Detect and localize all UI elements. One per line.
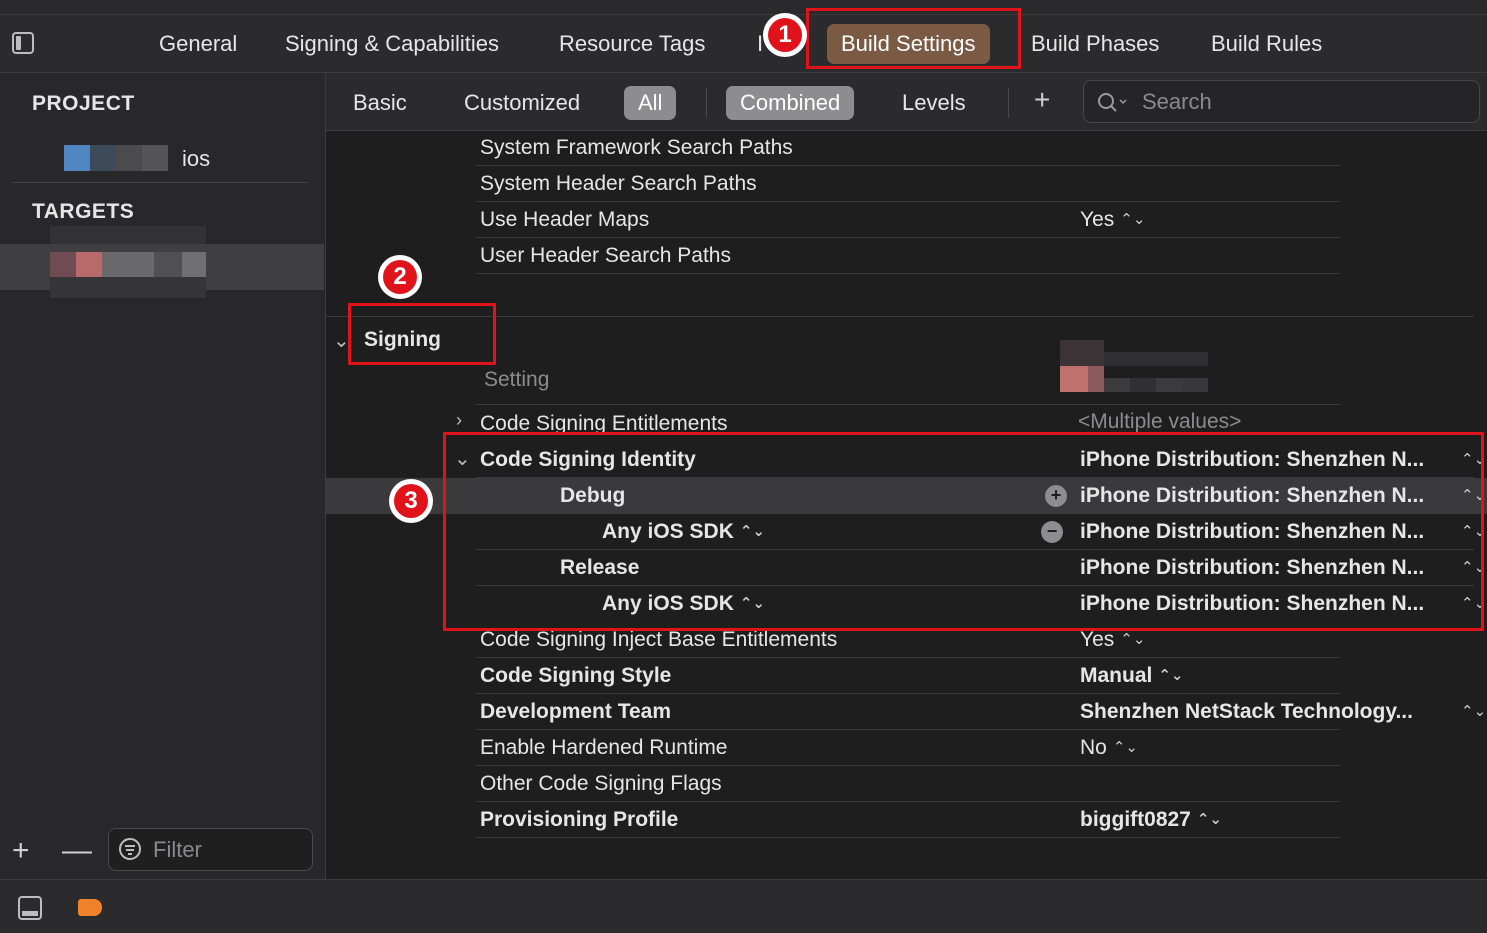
annotation-badge-2: 2 (378, 255, 422, 299)
annotation-box-build-settings (806, 8, 1021, 69)
setting-provisioning-profile[interactable]: Provisioning Profile (480, 808, 678, 832)
add-target-button[interactable]: + (12, 834, 30, 868)
stepper-icon: ⌃⌄ (1120, 631, 1146, 648)
view-combined-button[interactable]: Combined (726, 86, 855, 120)
tab-build-phases[interactable]: Build Phases (1031, 15, 1159, 72)
value-code-signing-entitlements[interactable]: <Multiple values> (1078, 410, 1241, 434)
value-code-signing-style[interactable]: Manual ⌃⌄ (1080, 664, 1183, 688)
project-item-label: ios (182, 146, 211, 171)
project-section-header: PROJECT (32, 92, 135, 115)
stepper-icon: ⌃⌄ (1158, 667, 1184, 684)
editor-tab-bar: General Signing & Capabilities Resource … (0, 15, 1487, 73)
add-setting-button[interactable]: + (1034, 84, 1050, 116)
row-divider (476, 693, 1340, 694)
annotation-box-code-signing-identity (443, 432, 1484, 631)
annotation-badge-1: 1 (763, 13, 807, 57)
filter-basic-button[interactable]: Basic (353, 87, 407, 119)
filter-customized-button[interactable]: Customized (464, 87, 580, 119)
blurred-name (116, 145, 142, 171)
filter-icon (119, 838, 141, 860)
row-divider (476, 165, 1340, 166)
debug-area-toggle-icon[interactable] (18, 896, 42, 920)
row-divider (476, 765, 1340, 766)
tab-general[interactable]: General (159, 15, 237, 72)
filter-placeholder: Filter (153, 837, 202, 862)
value-inject-base-entitlements[interactable]: Yes ⌃⌄ (1080, 628, 1145, 652)
row-divider (476, 237, 1340, 238)
annotation-box-signing (348, 303, 496, 365)
bottom-status-bar (0, 879, 1487, 933)
stepper-icon[interactable]: ⌃⌄ (1461, 702, 1486, 720)
value-text: biggift0827 (1080, 808, 1191, 831)
navigator-sidebar (0, 73, 326, 879)
target-column-header-blurred (1060, 340, 1230, 396)
tab-build-rules[interactable]: Build Rules (1211, 15, 1322, 72)
row-divider (476, 201, 1340, 202)
filter-all-button[interactable]: All (624, 86, 677, 120)
row-divider (476, 404, 1340, 405)
window-top-strip (0, 0, 1487, 15)
build-settings-search-field[interactable]: Search (1083, 80, 1480, 123)
setting-user-header-search-paths[interactable]: User Header Search Paths (480, 244, 731, 268)
value-text: Yes (1080, 208, 1115, 231)
value-provisioning-profile[interactable]: biggift0827 ⌃⌄ (1080, 808, 1222, 832)
filter-divider (706, 88, 707, 118)
section-divider (326, 316, 1474, 317)
value-text: Manual (1080, 664, 1153, 687)
value-development-team[interactable]: Shenzhen NetStack Technology... (1080, 700, 1413, 724)
project-icon (64, 145, 90, 171)
setting-other-code-signing-flags[interactable]: Other Code Signing Flags (480, 772, 722, 796)
row-divider (476, 729, 1340, 730)
blurred-name (142, 145, 168, 171)
setting-enable-hardened-runtime[interactable]: Enable Hardened Runtime (480, 736, 728, 760)
targets-section-header: TARGETS (32, 200, 135, 223)
setting-inject-base-entitlements[interactable]: Code Signing Inject Base Entitlements (480, 628, 837, 652)
row-divider (476, 273, 1340, 274)
chevron-right-icon[interactable]: › (456, 410, 462, 431)
annotation-badge-3: 3 (389, 479, 433, 523)
setting-use-header-maps[interactable]: Use Header Maps (480, 208, 649, 232)
sidebar-filter-field[interactable]: Filter (108, 828, 313, 871)
blurred-name (90, 145, 116, 171)
stepper-icon: ⌃⌄ (1196, 811, 1222, 828)
stepper-icon: ⌃⌄ (1112, 739, 1138, 756)
filter-divider (1008, 88, 1009, 118)
search-placeholder: Search (1142, 89, 1212, 114)
stepper-icon: ⌃⌄ (1120, 211, 1146, 228)
value-enable-hardened-runtime[interactable]: No ⌃⌄ (1080, 736, 1138, 760)
remove-target-button[interactable]: — (62, 834, 92, 868)
tab-resource-tags[interactable]: Resource Tags (559, 15, 705, 72)
view-levels-button[interactable]: Levels (902, 87, 966, 119)
sidebar-divider (12, 182, 308, 183)
row-divider (476, 657, 1340, 658)
column-header-setting: Setting (484, 368, 550, 391)
setting-system-header-search-paths[interactable]: System Header Search Paths (480, 172, 757, 196)
row-divider (476, 837, 1340, 838)
setting-code-signing-style[interactable]: Code Signing Style (480, 664, 671, 688)
setting-development-team[interactable]: Development Team (480, 700, 671, 724)
value-text: Yes (1080, 628, 1115, 651)
tab-signing-capabilities[interactable]: Signing & Capabilities (285, 15, 499, 72)
build-settings-filter-bar: Basic Customized All Combined Levels + S… (326, 73, 1487, 131)
row-divider (476, 801, 1340, 802)
tab-info[interactable]: I (757, 15, 763, 72)
target-name-blurred (50, 226, 210, 298)
setting-system-framework-search-paths[interactable]: System Framework Search Paths (480, 136, 793, 160)
search-icon (1098, 93, 1127, 112)
sidebar-toggle-icon[interactable] (12, 32, 34, 54)
value-use-header-maps[interactable]: Yes ⌃⌄ (1080, 208, 1145, 232)
value-text: No (1080, 736, 1107, 759)
tag-icon[interactable] (78, 899, 102, 916)
